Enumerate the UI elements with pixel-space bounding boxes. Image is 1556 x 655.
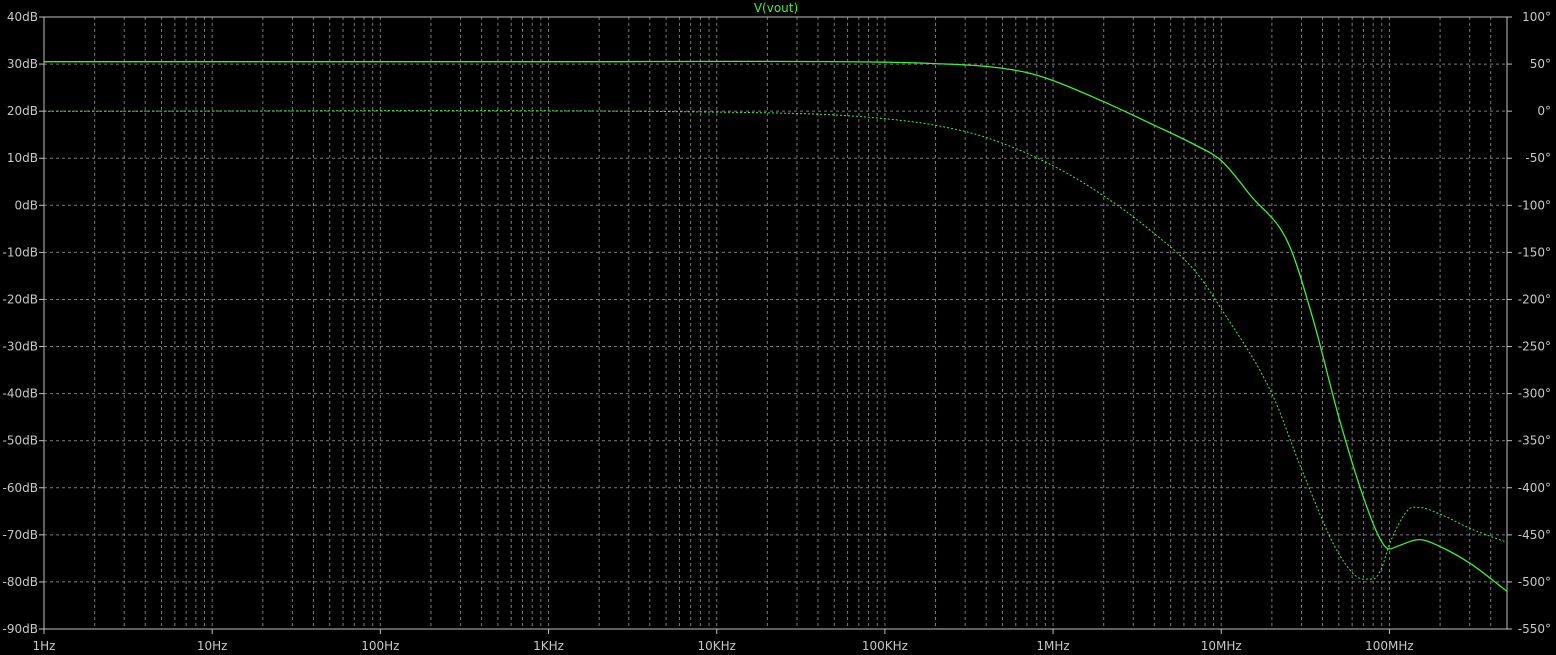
y-right-tick-label: 0° bbox=[1537, 104, 1551, 118]
x-tick-label: 1KHz bbox=[533, 639, 564, 653]
y-left-tick-label: -20dB bbox=[3, 292, 38, 306]
y-left-tick-label: -80dB bbox=[3, 575, 38, 589]
y-left-tick-label: -10dB bbox=[3, 245, 38, 259]
y-right-tick-label: -250° bbox=[1518, 340, 1551, 354]
y-right-tick-label: -150° bbox=[1518, 245, 1551, 259]
x-tick-label: 100Hz bbox=[361, 639, 399, 653]
chart-title: V(vout) bbox=[754, 1, 798, 15]
y-right-tick-label: -450° bbox=[1518, 528, 1551, 542]
y-right-tick-label: -500° bbox=[1518, 575, 1551, 589]
y-left-tick-label: 10dB bbox=[7, 151, 38, 165]
x-tick-label: 1Hz bbox=[33, 639, 56, 653]
y-left-tick-label: -60dB bbox=[3, 481, 38, 495]
y-right-tick-label: -200° bbox=[1518, 292, 1551, 306]
y-right-tick-label: 100° bbox=[1522, 10, 1551, 24]
y-right-tick-label: -50° bbox=[1525, 151, 1551, 165]
y-left-tick-label: -50dB bbox=[3, 434, 38, 448]
y-left-tick-label: -70dB bbox=[3, 528, 38, 542]
y-right-tick-label: -350° bbox=[1518, 434, 1551, 448]
plot-background bbox=[0, 0, 1556, 655]
x-tick-label: 10MHz bbox=[1201, 639, 1242, 653]
y-right-tick-label: 50° bbox=[1530, 57, 1551, 71]
x-tick-label: 1MHz bbox=[1036, 639, 1069, 653]
y-left-tick-label: 20dB bbox=[7, 104, 38, 118]
y-left-tick-label: 30dB bbox=[7, 57, 38, 71]
y-right-tick-label: -400° bbox=[1518, 481, 1551, 495]
y-right-tick-label: -100° bbox=[1518, 198, 1551, 212]
x-tick-label: 10Hz bbox=[197, 639, 228, 653]
y-left-tick-label: -40dB bbox=[3, 387, 38, 401]
x-tick-label: 100MHz bbox=[1365, 639, 1414, 653]
y-left-tick-label: 40dB bbox=[7, 10, 38, 24]
bode-plot: V(vout) 1Hz 10Hz 100Hz 1KHz 10KHz 100KHz 1MHz 1… bbox=[0, 0, 1556, 655]
y-left-tick-label: -30dB bbox=[3, 340, 38, 354]
y-left-tick-label: -90dB bbox=[3, 622, 38, 636]
y-right-tick-label: -300° bbox=[1518, 387, 1551, 401]
x-tick-label: 100KHz bbox=[862, 639, 908, 653]
y-right-tick-label: -550° bbox=[1518, 622, 1551, 636]
x-tick-label: 10KHz bbox=[697, 639, 735, 653]
y-left-tick-label: 0dB bbox=[15, 198, 38, 212]
